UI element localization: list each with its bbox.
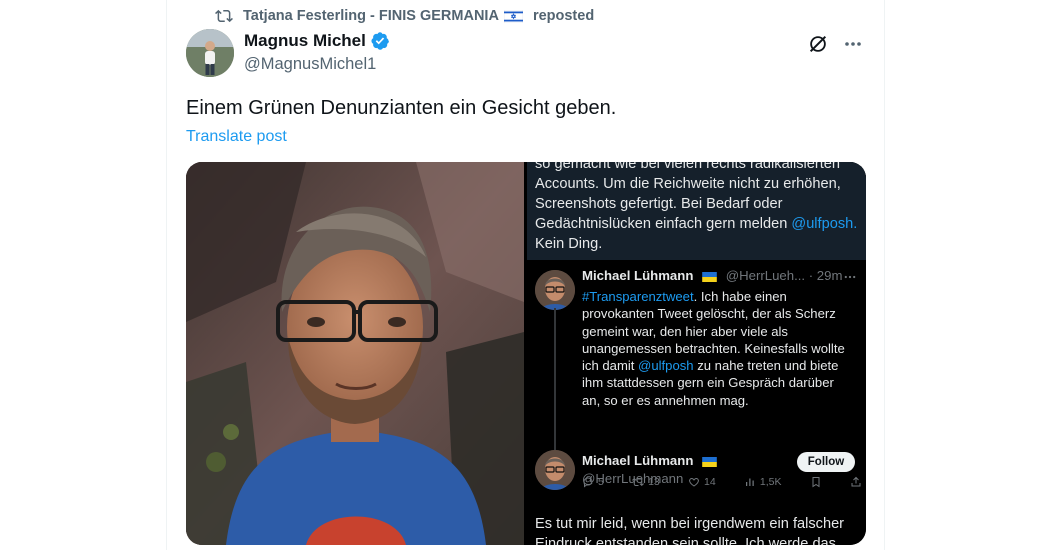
reply-line: provokanten Tweet gelöscht, der als Sche… [582,306,836,322]
israel-flag [503,9,523,23]
screenshot-bottom-line: Eindruck entstanden sein sollte. Ich wer… [535,536,836,545]
reply-line: ihm stattdessen gern ein Gespräch darübe… [582,375,834,391]
reply-more-icon [844,275,856,279]
translate-post-link[interactable]: Translate post [186,128,287,146]
share-icon [851,476,861,487]
tweet-screenshot[interactable]: so gemacht wie bei vielen rechts radikal… [527,162,866,545]
screenshot-line: Kein Ding. [535,236,603,252]
more-options-icon[interactable] [843,34,863,54]
views-count-value: 1,5K [759,476,782,488]
reply2-handle: @HerrLuehmann [582,471,684,486]
reply-author: Michael Lühmann @HerrLueh... · 29m [582,268,842,283]
timeline-column: Tatjana Festerling - FINIS GERMANIA repo… [166,0,885,550]
views-count: 1,5K [744,476,782,488]
avatar[interactable] [186,29,234,77]
like-count: 14 [688,476,716,488]
repost-user[interactable]: Tatjana Festerling - FINIS GERMANIA [243,8,499,24]
screenshot-mention: @ulfposh. [791,216,858,232]
portrait-photo[interactable] [186,162,524,545]
reply-line: gemeint war, den hier aber viele als [582,323,788,339]
reply2-avatar [535,450,575,490]
heart-icon [689,477,699,487]
reply-handle-time: @HerrLueh... · 29m [725,268,843,283]
repost-icon [215,9,233,23]
ukraine-flag [702,456,717,467]
reply-avatar [535,270,575,310]
reply-line: ich damit [582,358,635,374]
ukraine-flag [702,271,717,282]
share-action [850,476,862,488]
thread-line [554,308,556,458]
reply2-author: Michael Lühmann [582,453,722,468]
reply2-author-name: Michael Lühmann [582,453,694,468]
views-icon [745,478,754,486]
reply-line: . Ich habe einen [693,289,787,304]
reply-line: unangemessen betrachten. Keinesfalls wol… [582,340,845,356]
screenshot-header-text: so gemacht wie bei vielen rechts radikal… [527,162,866,260]
reply-author-name: Michael Lühmann [582,268,694,283]
follow-button: Follow [797,452,855,472]
screenshot-bottom-text: Es tut mir leid, wenn bei irgendwem ein … [535,514,844,545]
screenshot-line: Gedächtnislücken einfach gern melden @ul… [535,214,858,234]
grok-icon[interactable] [807,33,829,55]
reply-hashtag: #Transparenztweet [582,289,694,304]
post-media[interactable]: so gemacht wie bei vielen rechts radikal… [186,162,866,545]
screenshot-bottom-line: Es tut mir leid, wenn bei irgendwem ein … [535,516,845,532]
reply-body: #Transparenztweet. Ich habe einen provok… [582,288,862,409]
verified-badge-icon[interactable] [370,31,390,51]
author-handle[interactable]: @MagnusMichel1 [244,55,376,74]
screenshot-line-text: Gedächtnislücken einfach gern melden [535,216,788,232]
bookmark-action [810,476,822,488]
reply-mention: @ulfposh [638,358,694,374]
like-count-value: 14 [704,476,716,488]
reply-line: an, so er es annehmen mag. [582,392,749,408]
bookmark-icon [812,477,820,488]
author-name[interactable]: Magnus Michel [244,31,366,51]
post-text: Einem Grünen Denunzianten ein Gesicht ge… [186,97,617,119]
repost-label: reposted [532,8,595,24]
reply-line: zu nahe treten und biete [693,358,839,374]
screenshot-line: Screenshots gefertigt. Bei Bedarf oder [535,196,783,212]
screenshot-line: Accounts. Um die Reichweite nicht zu erh… [535,176,841,192]
author-row[interactable]: Magnus Michel [244,31,390,51]
repost-indicator[interactable]: Tatjana Festerling - FINIS GERMANIA repo… [215,6,594,26]
screenshot-line: so gemacht wie bei vielen rechts radikal… [535,162,840,172]
